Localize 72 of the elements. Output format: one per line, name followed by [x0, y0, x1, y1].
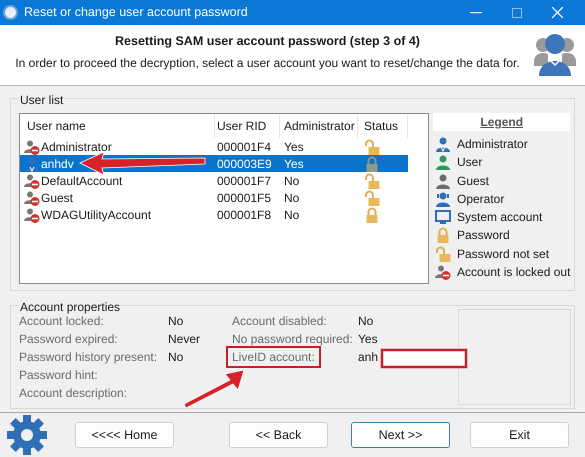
field-label: Password expired: — [19, 332, 118, 346]
header-subtitle: In order to proceed the decryption, select a user account you want to reset/change the data for. — [15, 54, 520, 72]
table-cell-text: Yes — [283, 138, 305, 156]
legend-label: User — [457, 154, 482, 172]
column-header[interactable]: Status — [358, 114, 408, 138]
locked-user-icon — [24, 206, 40, 222]
column-header[interactable]: User RID — [215, 114, 280, 138]
column-header[interactable]: Administrator — [280, 114, 358, 138]
column-header[interactable]: User name — [20, 114, 215, 138]
table-cell-text: 000001F8 — [216, 206, 272, 224]
field-label: No password required: — [232, 332, 353, 346]
locked-user-icon — [24, 172, 40, 188]
table-cell-text: No — [283, 172, 300, 190]
locked-user-icon — [435, 264, 451, 280]
table-cell-text: Guest — [41, 190, 74, 206]
table-row[interactable]: Administrator 000001F4 Yes — [20, 138, 408, 155]
user-icon — [435, 154, 451, 170]
button[interactable]: << Back — [229, 422, 328, 448]
user-icon — [435, 172, 451, 189]
table-cell-text: anhdv — [41, 156, 74, 172]
legend-title: Legend — [480, 114, 524, 131]
field-label: Account description: — [19, 386, 128, 400]
field-label: LiveID account: — [232, 350, 315, 364]
table-cell-text: 000003E9 — [216, 156, 273, 172]
table-cell-text: Yes — [283, 156, 305, 172]
field-value: No — [358, 314, 374, 328]
legend-label: Operator — [457, 190, 504, 208]
table-cell-text: 000001F5 — [216, 190, 272, 206]
table-row[interactable]: Guest 000001F5 No — [20, 189, 408, 206]
window-title: Reset or change user account password — [24, 4, 249, 22]
table-cell-text: No — [283, 206, 300, 224]
user-icon — [24, 156, 40, 172]
table-cell-text: No — [283, 190, 300, 206]
lock-icon — [435, 227, 451, 244]
arrow-annotation — [183, 369, 245, 409]
legend-label: System account — [457, 209, 542, 226]
table-row[interactable]: WDAGUtilityAccount 000001F8 No — [20, 206, 408, 223]
table-cell-text: 000001F7 — [216, 172, 272, 190]
minimize-icon[interactable] — [470, 12, 482, 14]
operator-icon — [435, 190, 451, 207]
field-value: Never — [168, 332, 200, 346]
table-cell-text: Administrator — [41, 138, 112, 156]
field-value: anh — [358, 350, 378, 364]
field-label: Account locked: — [19, 314, 104, 328]
field-label: Password history present: — [19, 350, 158, 364]
legend-label: Password not set — [457, 246, 550, 263]
locked-user-icon — [24, 190, 40, 206]
legend-label: Account is locked out — [457, 264, 570, 282]
monitor-icon — [435, 209, 451, 226]
field-label: Account disabled: — [232, 314, 327, 328]
legend-label: Password — [457, 227, 510, 244]
field-value: No — [168, 314, 184, 328]
open-lock-icon — [435, 246, 451, 262]
table-row[interactable]: DefaultAccount 000001F7 No — [20, 172, 408, 189]
locked-user-icon — [24, 138, 40, 154]
button[interactable]: Exit — [470, 422, 569, 448]
user-icon — [435, 136, 451, 152]
legend-label: Administrator — [457, 136, 528, 153]
user-group-icon — [534, 32, 576, 76]
field-value: No — [168, 350, 184, 364]
field-label: Password hint: — [19, 368, 98, 382]
table-cell-text: WDAGUtilityAccount — [41, 206, 152, 224]
header-title: Resetting SAM user account password (step 3 of 4) — [115, 33, 420, 50]
gear-icon[interactable] — [6, 414, 48, 456]
table-cell-text: 000001F4 — [216, 138, 272, 156]
button[interactable]: Next >> — [351, 422, 450, 448]
button[interactable]: <<<< Home — [75, 422, 174, 448]
field-value: Yes — [358, 332, 378, 346]
app-icon — [3, 5, 18, 20]
legend-label: Guest — [457, 172, 490, 190]
close-icon[interactable] — [552, 7, 563, 18]
table-cell-text: DefaultAccount — [41, 172, 122, 190]
